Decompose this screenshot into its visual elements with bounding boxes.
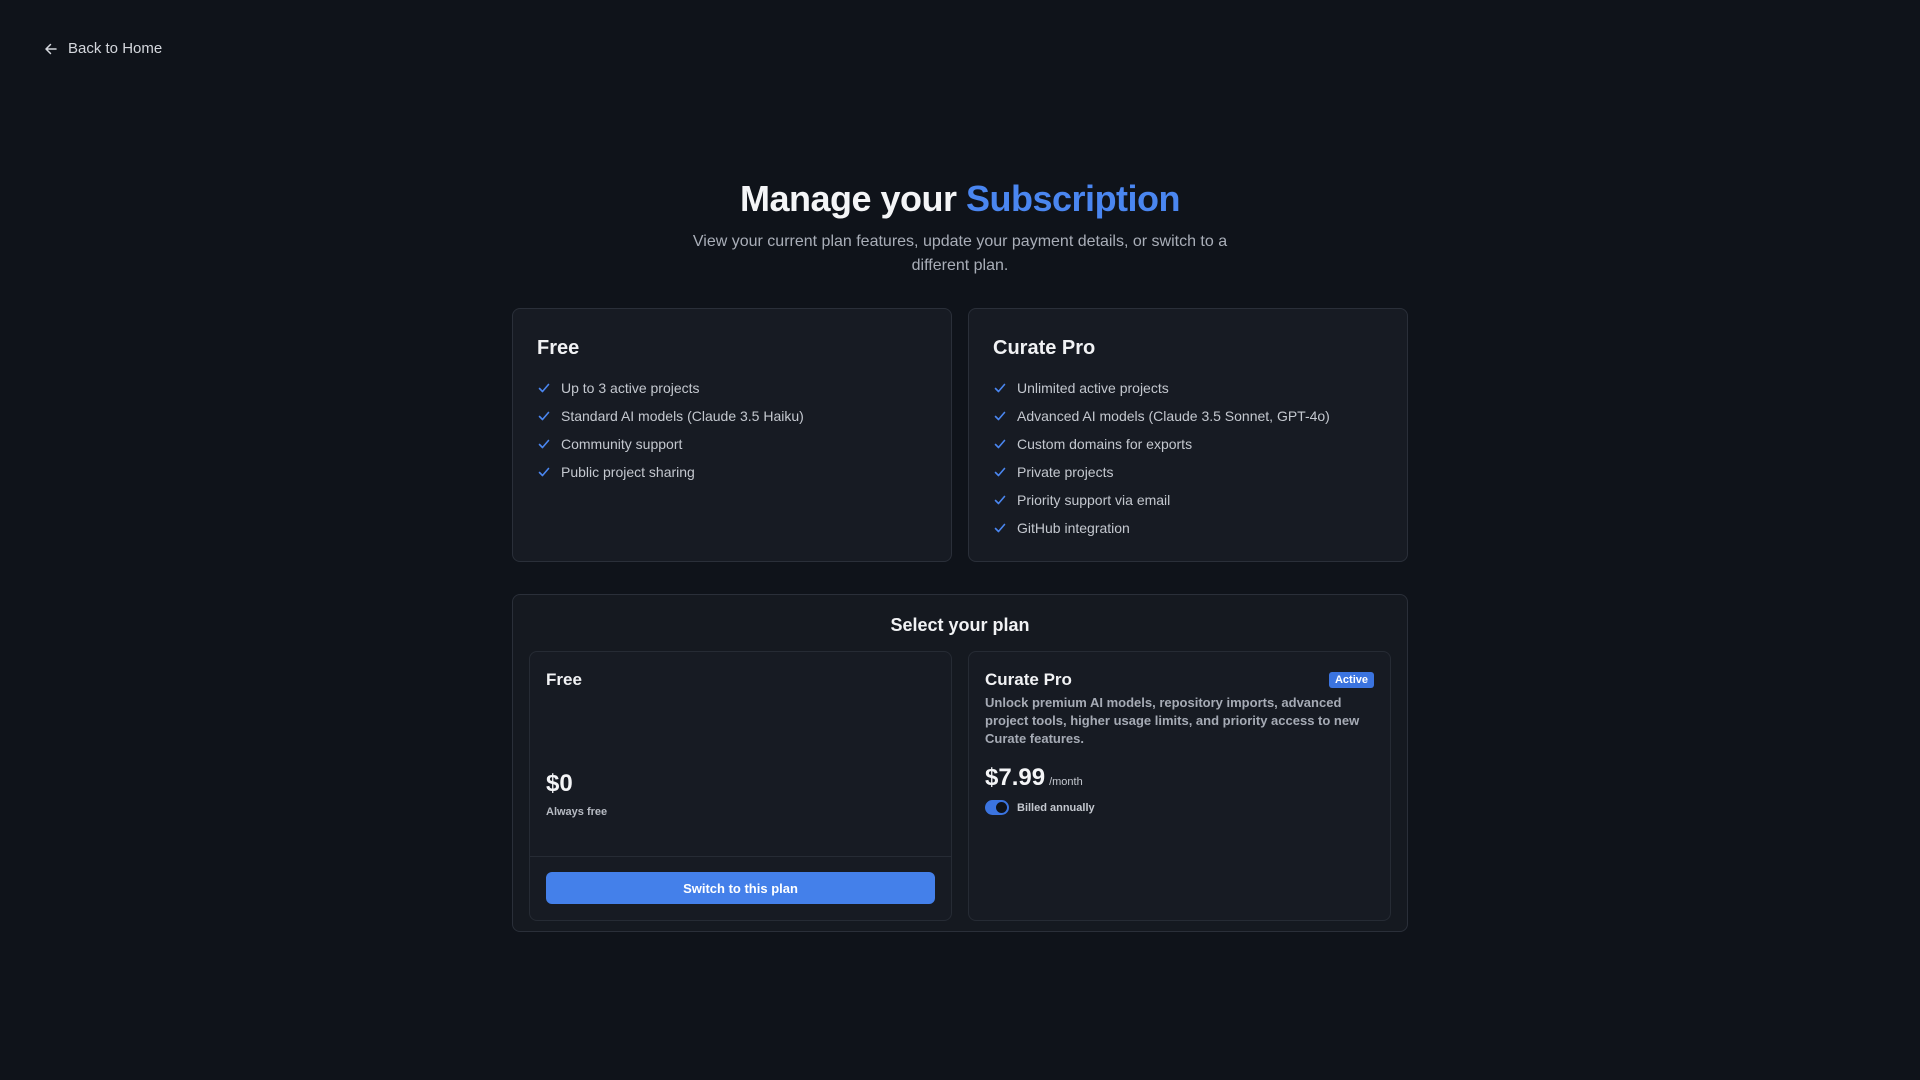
free-features-card: Free Up to 3 active projects Standard AI … bbox=[512, 308, 952, 562]
pro-plan-period: /month bbox=[1049, 776, 1083, 788]
back-to-home-link[interactable]: Back to Home bbox=[44, 40, 162, 57]
pro-features-title: Curate Pro bbox=[993, 337, 1096, 359]
free-plan-name: Free bbox=[546, 670, 582, 689]
feature-label: Standard AI models (Claude 3.5 Haiku) bbox=[561, 408, 804, 424]
check-icon bbox=[538, 467, 550, 477]
page-subtitle: View your current plan features, update … bbox=[692, 233, 1228, 274]
feature-label: Unlimited active projects bbox=[1017, 380, 1169, 396]
feature-item: Public project sharing bbox=[537, 458, 927, 486]
switch-to-free-button[interactable]: Switch to this plan bbox=[546, 872, 935, 904]
pro-features-card: Curate Pro Unlimited active projects Adva… bbox=[968, 308, 1408, 562]
feature-label: Custom domains for exports bbox=[1017, 436, 1193, 452]
feature-label: GitHub integration bbox=[1017, 520, 1130, 536]
page-header: Manage your Subscription View your curre… bbox=[0, 178, 1920, 278]
check-icon bbox=[538, 411, 550, 421]
feature-item: Advanced AI models (Claude 3.5 Sonnet, G… bbox=[993, 402, 1383, 430]
feature-item: GitHub integration bbox=[993, 514, 1383, 542]
check-icon bbox=[994, 467, 1006, 477]
page-title: Manage your Subscription bbox=[0, 178, 1920, 220]
active-badge: Active bbox=[1328, 672, 1374, 688]
billed-annually-toggle[interactable] bbox=[985, 800, 1009, 815]
feature-label: Community support bbox=[561, 436, 683, 452]
billed-annually-label: Billed annually bbox=[1017, 801, 1095, 814]
pro-plan-name: Curate Pro bbox=[985, 670, 1072, 689]
check-icon bbox=[994, 495, 1006, 505]
pro-plan-description: Unlock premium AI models, repository imp… bbox=[985, 695, 1360, 746]
check-icon bbox=[994, 523, 1006, 533]
check-icon bbox=[994, 411, 1006, 421]
feature-item: Unlimited active projects bbox=[993, 374, 1383, 402]
pro-feature-list: Unlimited active projects Advanced AI mod… bbox=[993, 374, 1383, 542]
back-to-home-label: Back to Home bbox=[68, 40, 163, 57]
feature-item: Custom domains for exports bbox=[993, 430, 1383, 458]
free-plan-footer: Switch to this plan bbox=[530, 856, 951, 920]
select-plan-panel: Select your plan Free $0 Always free Swi… bbox=[512, 594, 1408, 932]
feature-label: Public project sharing bbox=[561, 464, 695, 480]
feature-item: Up to 3 active projects bbox=[537, 374, 927, 402]
check-icon bbox=[538, 383, 550, 393]
free-plan-card[interactable]: Free $0 Always free Switch to this plan bbox=[529, 651, 952, 921]
plans-row: Free $0 Always free Switch to this plan … bbox=[529, 651, 1391, 921]
page-title-accent: Subscription bbox=[966, 178, 1181, 219]
feature-label: Advanced AI models (Claude 3.5 Sonnet, G… bbox=[1017, 408, 1330, 424]
feature-item: Standard AI models (Claude 3.5 Haiku) bbox=[537, 402, 927, 430]
feature-label: Private projects bbox=[1017, 464, 1114, 480]
free-plan-price: $0 bbox=[546, 770, 573, 797]
free-plan-description bbox=[546, 694, 935, 752]
pro-plan-price: $7.99 bbox=[985, 764, 1046, 791]
free-features-title: Free bbox=[537, 337, 580, 359]
feature-item: Community support bbox=[537, 430, 927, 458]
feature-label: Up to 3 active projects bbox=[561, 380, 700, 396]
check-icon bbox=[538, 439, 550, 449]
feature-item: Private projects bbox=[993, 458, 1383, 486]
page-title-prefix: Manage your bbox=[739, 178, 967, 219]
feature-label: Priority support via email bbox=[1017, 492, 1171, 508]
check-icon bbox=[994, 383, 1006, 393]
pro-plan-card[interactable]: Curate Pro Active Unlock premium AI mode… bbox=[968, 651, 1391, 921]
feature-item: Priority support via email bbox=[993, 486, 1383, 514]
toggle-knob bbox=[996, 802, 1007, 813]
arrow-left-icon bbox=[45, 43, 57, 54]
select-plan-title: Select your plan bbox=[890, 615, 1030, 635]
free-feature-list: Up to 3 active projects Standard AI model… bbox=[537, 374, 927, 486]
free-plan-note: Always free bbox=[546, 806, 608, 818]
check-icon bbox=[994, 439, 1006, 449]
plan-features-row: Free Up to 3 active projects Standard AI … bbox=[512, 308, 1408, 562]
